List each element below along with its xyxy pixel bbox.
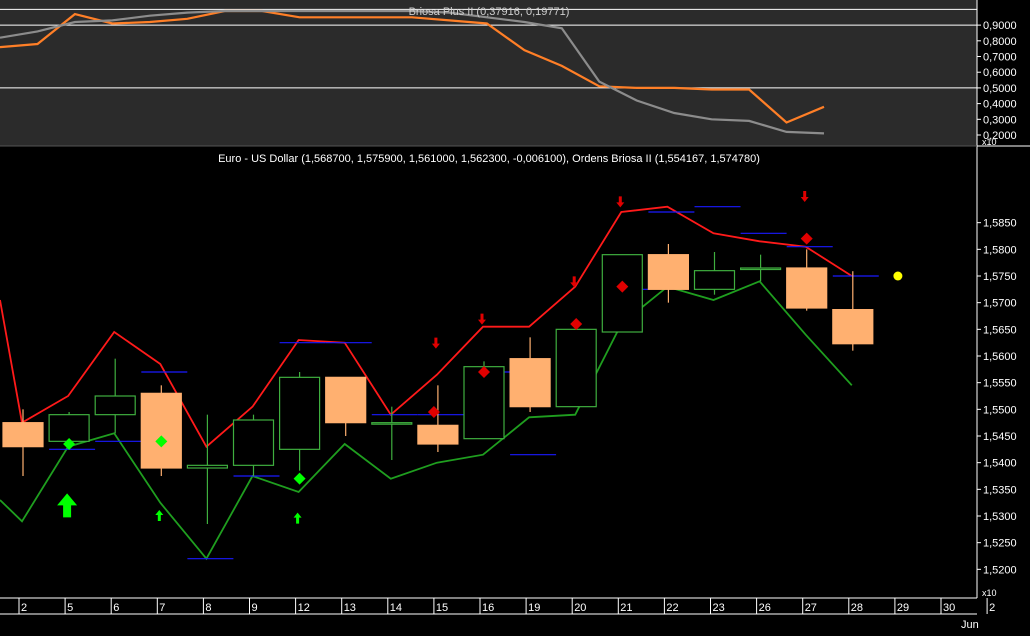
y-tick-label: 1,5200 <box>983 564 1017 576</box>
indicator-line-lower <box>0 280 853 561</box>
buy-arrow <box>155 510 164 521</box>
x-tick-label: 16 <box>482 602 494 614</box>
candle-body <box>601 254 643 333</box>
y-tick-label: 1,5550 <box>983 378 1017 390</box>
y-tick-label: 1,5300 <box>983 511 1017 523</box>
x-tick-label: 26 <box>759 602 771 614</box>
signal-diamond <box>570 318 583 330</box>
candle-body <box>555 328 597 408</box>
y-tick-label: 1,5600 <box>983 351 1017 363</box>
candle-body <box>693 270 736 290</box>
candle-body <box>786 267 828 309</box>
candle-body <box>186 464 228 469</box>
chart-canvas: 0,9000 0,8000 0,7000 0,6000 0,5000 0,4000 0,30… <box>0 0 1030 631</box>
y-tick-label: 1,5700 <box>983 298 1017 310</box>
x-tick-label: 22 <box>666 602 678 614</box>
x-tick-label: 28 <box>851 602 863 614</box>
chart-window: 0,9000 0,8000 0,7000 0,6000 0,5000 0,4000 0,30… <box>0 0 1030 631</box>
candle-body <box>509 358 551 408</box>
y-tick-label: 1,5400 <box>983 458 1017 470</box>
signal-diamond <box>293 472 306 485</box>
x-tick-label: 9 <box>252 602 258 614</box>
scale-label-upper: x10 <box>982 137 997 147</box>
candle-body <box>279 376 321 450</box>
x-tick-label: 6 <box>113 602 119 614</box>
candle-body <box>832 309 874 345</box>
sell-arrow <box>800 191 809 202</box>
price-chart-title: Euro - US Dollar (1,568700, 1,575900, 1,… <box>218 153 760 165</box>
x-tick-label: 19 <box>528 602 540 614</box>
x-tick-label: 23 <box>713 602 725 614</box>
x-tick-label: 14 <box>390 602 402 614</box>
last-price-dot <box>893 271 903 281</box>
signal-diamond <box>800 232 813 245</box>
candle-body <box>140 392 182 469</box>
x-tick-label: 7 <box>159 602 165 614</box>
x-tick-label: 29 <box>897 602 909 614</box>
y-tick-label: 0,8000 <box>983 36 1017 48</box>
x-tick-label: 27 <box>805 602 817 614</box>
x-tick-label: 2 <box>21 602 27 614</box>
y-tick-label: 1,5850 <box>983 218 1017 230</box>
x-tick-label: 21 <box>620 602 632 614</box>
scale-label-lower: x10 <box>982 588 997 598</box>
candle-body <box>94 395 136 416</box>
y-tick-label: 1,5500 <box>983 404 1017 416</box>
month-label: Jun <box>961 619 979 631</box>
candle-body <box>739 267 782 271</box>
x-tick-label: 5 <box>67 602 73 614</box>
candle-body <box>417 424 459 445</box>
x-tick-label: 2 <box>989 602 995 614</box>
sell-arrow <box>570 276 579 288</box>
y-tick-label: 1,5750 <box>983 271 1017 283</box>
x-tick-label: 20 <box>574 602 586 614</box>
y-tick-label: 1,5350 <box>983 484 1017 496</box>
y-tick-label: 0,9000 <box>983 20 1017 32</box>
oscillator-title: Briosa Plus II (0,37916, 0,19771) <box>409 6 570 18</box>
y-tick-label: 1,5250 <box>983 538 1017 550</box>
y-tick-label: 0,7000 <box>983 52 1017 64</box>
y-tick-label: 1,5800 <box>983 244 1017 256</box>
y-tick-label: 0,5000 <box>983 83 1017 95</box>
y-tick-label: 0,4000 <box>983 99 1017 111</box>
y-tick-label: 0,6000 <box>983 67 1017 79</box>
buy-arrow <box>293 512 302 524</box>
y-tick-label: 1,5650 <box>983 324 1017 336</box>
sell-arrow <box>616 196 625 208</box>
buy-arrow-large <box>57 493 78 518</box>
y-tick-label: 0,3000 <box>983 114 1017 126</box>
candle-body <box>2 422 44 448</box>
x-tick-label: 8 <box>205 602 211 614</box>
y-tick-label: 1,5450 <box>983 431 1017 443</box>
candle-body <box>371 422 413 425</box>
candle-body <box>647 254 690 290</box>
candle-body <box>232 419 275 466</box>
x-tick-label: 30 <box>943 602 955 614</box>
x-tick-label: 13 <box>344 602 356 614</box>
candle-body <box>48 414 90 442</box>
x-tick-label: 12 <box>298 602 310 614</box>
candle-body <box>325 376 367 424</box>
sell-arrow <box>478 313 486 325</box>
sell-arrow <box>431 337 440 349</box>
x-tick-label: 15 <box>436 602 448 614</box>
